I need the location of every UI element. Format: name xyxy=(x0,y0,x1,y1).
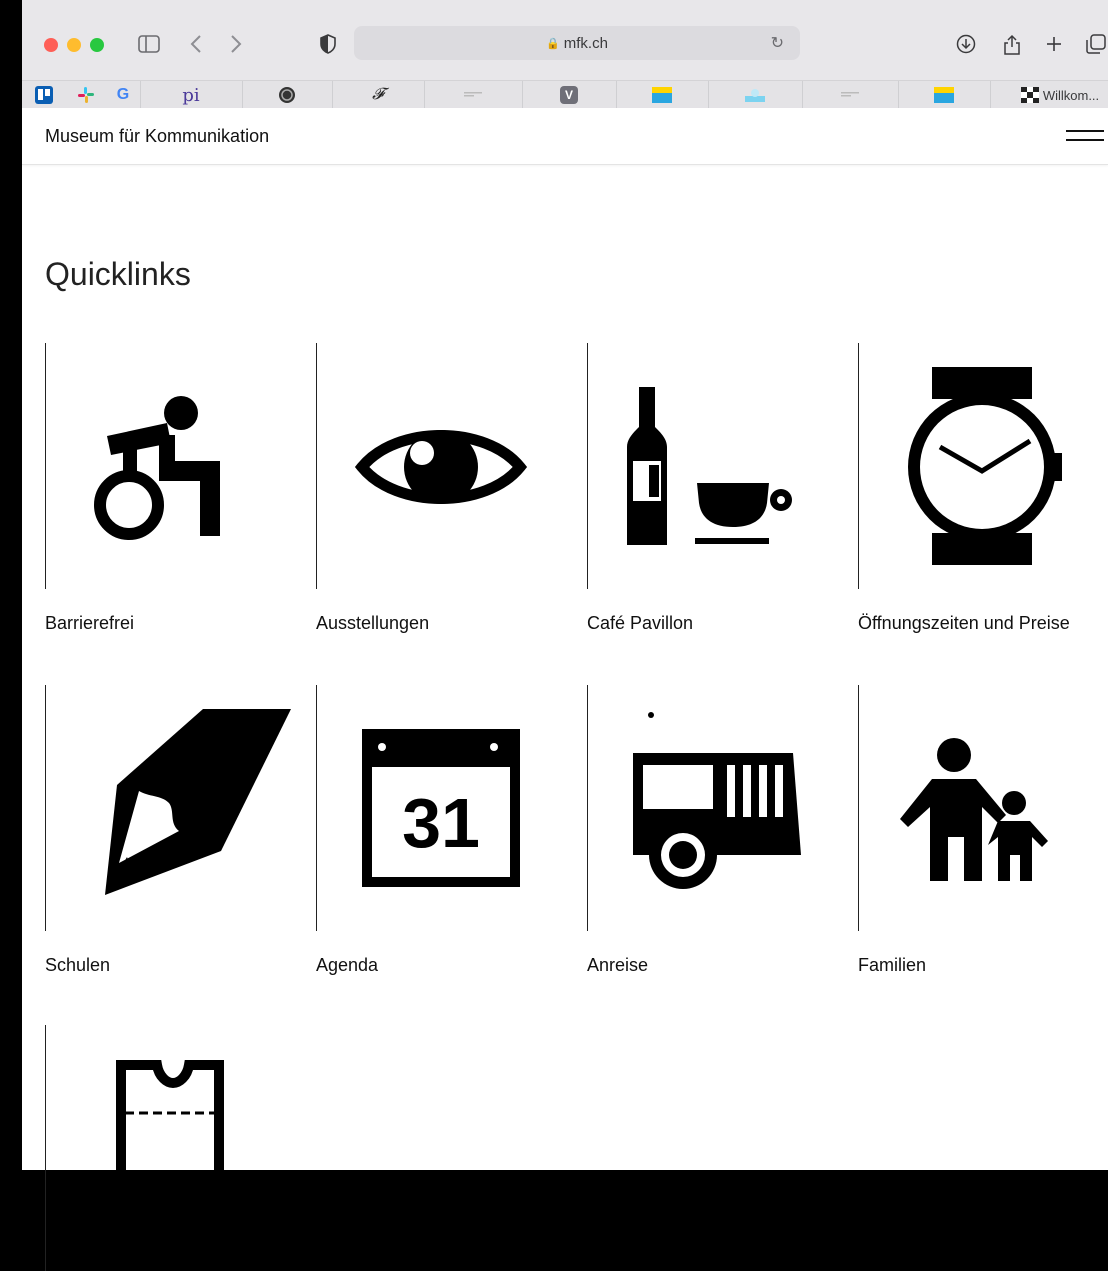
quicklink-label: Öffnungszeiten und Preise xyxy=(858,613,1070,633)
favorite-trello[interactable] xyxy=(22,81,66,109)
quicklink-label: Anreise xyxy=(587,955,649,975)
favorite-google[interactable]: G xyxy=(106,81,141,109)
favorites-bar: G pi 𝓕 V Willkom... xyxy=(22,80,1108,109)
quicklink-label: Agenda xyxy=(316,955,379,975)
address-bar[interactable]: 🔒 mfk.ch ↻ xyxy=(354,26,800,60)
v-icon: V xyxy=(560,86,578,104)
favorite-doc-2[interactable] xyxy=(802,81,899,109)
bus-icon xyxy=(633,712,801,889)
globe-icon xyxy=(279,87,295,103)
favorite-cloud[interactable] xyxy=(708,81,803,109)
close-window-button[interactable] xyxy=(44,38,58,52)
quicklink-label: Ausstellungen xyxy=(316,613,430,633)
reload-icon[interactable]: ↻ xyxy=(771,33,784,53)
flag-icon xyxy=(652,87,672,103)
pi-icon: pi xyxy=(182,84,200,106)
ticket-icon xyxy=(116,1060,224,1271)
checker-icon xyxy=(1020,87,1039,103)
quicklink-label: Schulen xyxy=(45,955,111,975)
lock-icon: 🔒 xyxy=(546,37,560,50)
sidebar-icon[interactable] xyxy=(135,30,163,58)
quicklink-label: Familien xyxy=(858,955,927,975)
signature-icon: 𝓕 xyxy=(372,86,384,103)
site-title[interactable]: Museum für Kommunikation xyxy=(45,126,269,147)
new-tab-icon[interactable] xyxy=(1040,30,1068,58)
quicklink-label: Café Pavillon xyxy=(587,613,694,633)
cloud-icon xyxy=(745,89,765,102)
zoom-window-button[interactable] xyxy=(90,38,104,52)
url-text: mfk.ch xyxy=(563,34,608,52)
favorite-slack[interactable] xyxy=(66,81,106,109)
menu-icon[interactable] xyxy=(1066,130,1104,144)
downloads-icon[interactable] xyxy=(952,30,980,58)
favorite-v[interactable]: V xyxy=(522,81,617,109)
share-icon[interactable] xyxy=(998,30,1026,58)
bottle-cup-icon xyxy=(627,387,792,545)
slack-icon xyxy=(78,87,94,103)
back-icon[interactable] xyxy=(182,30,210,58)
favorite-globe[interactable] xyxy=(242,81,333,109)
family-icon xyxy=(900,738,1048,881)
watch-icon xyxy=(908,367,1062,565)
web-page: Museum für Kommunikation Quicklinks Barr… xyxy=(22,108,1108,1271)
trello-icon xyxy=(35,86,53,104)
browser-toolbar: 🔒 mfk.ch ↻ xyxy=(22,0,1108,80)
quicklink-label: Barrierefrei xyxy=(45,613,135,633)
calendar-day: 31 xyxy=(402,784,480,862)
google-icon: G xyxy=(116,86,130,103)
site-header: Museum für Kommunikation xyxy=(22,108,1108,165)
favorite-signature[interactable]: 𝓕 xyxy=(332,81,425,109)
eye-icon xyxy=(354,430,528,504)
minimize-window-button[interactable] xyxy=(67,38,81,52)
pencil-icon xyxy=(105,709,291,895)
calendar-icon: 31 xyxy=(362,729,520,887)
favorite-pi[interactable]: pi xyxy=(140,81,243,109)
privacy-shield-icon[interactable] xyxy=(314,30,342,58)
quicklinks-title: Quicklinks xyxy=(45,256,191,293)
wheelchair-icon xyxy=(94,396,220,540)
favorite-willkommen-label: Willkom... xyxy=(1042,87,1100,103)
flag-icon xyxy=(934,87,954,103)
tab-overview-icon[interactable] xyxy=(1082,30,1108,58)
forward-icon[interactable] xyxy=(222,30,250,58)
favorite-flag-2[interactable] xyxy=(898,81,991,109)
doc-icon xyxy=(464,92,482,97)
favorite-willkommen[interactable]: Willkom... xyxy=(1012,81,1108,109)
favorite-flag-1[interactable] xyxy=(616,81,709,109)
doc-icon xyxy=(841,92,859,97)
favorite-doc-1[interactable] xyxy=(424,81,523,109)
